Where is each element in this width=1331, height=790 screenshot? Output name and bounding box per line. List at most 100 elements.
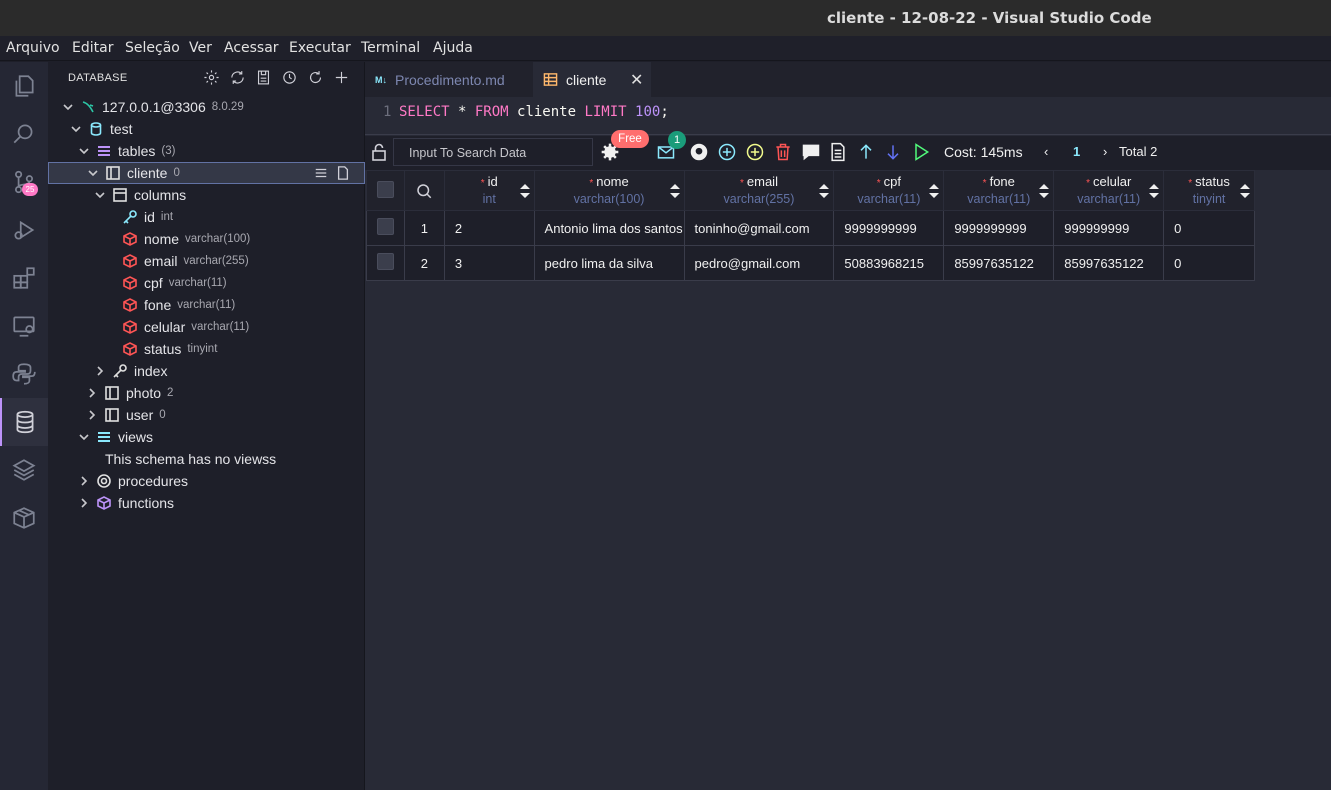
column-header-email[interactable]: * email varchar(255): [683, 170, 835, 211]
sort-icon[interactable]: [519, 183, 530, 199]
explorer-icon[interactable]: [0, 62, 48, 110]
row-checkbox[interactable]: [377, 218, 394, 235]
document-icon[interactable]: [827, 141, 849, 163]
add-row-icon[interactable]: [716, 141, 738, 163]
source-control-icon[interactable]: 25: [0, 158, 48, 206]
reload-icon[interactable]: [307, 69, 324, 86]
select-all-checkbox[interactable]: [376, 180, 394, 198]
page-number[interactable]: 1: [1073, 144, 1080, 159]
column-node[interactable]: id int: [48, 206, 365, 228]
cell-fone[interactable]: 85997635122: [943, 245, 1055, 281]
settings-icon[interactable]: [203, 69, 220, 86]
row-select-cell[interactable]: [366, 210, 405, 246]
cell-fone[interactable]: 9999999999: [943, 210, 1055, 246]
column-node[interactable]: fone varchar(11): [48, 294, 365, 316]
table-node-cliente[interactable]: cliente 0: [48, 162, 365, 184]
table-row[interactable]: 2 3 pedro lima da silva pedro@gmail.com …: [366, 245, 1255, 281]
cell-cpf[interactable]: 9999999999: [833, 210, 945, 246]
search-column-cell[interactable]: [403, 170, 445, 211]
new-file-icon[interactable]: [336, 166, 350, 180]
sort-icon[interactable]: [1039, 183, 1050, 199]
column-header-fone[interactable]: * fone varchar(11): [943, 170, 1055, 211]
search-icon[interactable]: [415, 182, 433, 200]
history-icon[interactable]: [281, 69, 298, 86]
menu-acessar[interactable]: Acessar: [224, 40, 279, 56]
tables-node[interactable]: tables (3): [48, 140, 365, 162]
github-icon[interactable]: [688, 141, 710, 163]
cell-status[interactable]: 0: [1163, 245, 1255, 281]
column-header-id[interactable]: * id int: [443, 170, 535, 211]
comment-icon[interactable]: [800, 141, 822, 163]
arrow-up-icon[interactable]: [855, 141, 877, 163]
column-node[interactable]: celular varchar(11): [48, 316, 365, 338]
menu-ver[interactable]: Ver: [189, 40, 212, 56]
next-page-icon[interactable]: ›: [1103, 144, 1107, 159]
python-icon[interactable]: [0, 350, 48, 398]
columns-node[interactable]: columns: [48, 184, 365, 206]
menu-executar[interactable]: Executar: [289, 40, 351, 56]
column-node[interactable]: cpf varchar(11): [48, 272, 365, 294]
cell-nome[interactable]: Antonio lima dos santos: [533, 210, 685, 246]
menu-terminal[interactable]: Terminal: [361, 40, 420, 56]
sort-icon[interactable]: [1149, 183, 1160, 199]
remote-explorer-icon[interactable]: [0, 302, 48, 350]
procedures-node[interactable]: procedures: [48, 470, 365, 492]
cell-email[interactable]: toninho@gmail.com: [683, 210, 835, 246]
cell-celular[interactable]: 85997635122: [1053, 245, 1165, 281]
delete-icon[interactable]: [772, 141, 794, 163]
package-icon[interactable]: [0, 494, 48, 542]
cell-celular[interactable]: 999999999: [1053, 210, 1165, 246]
column-node[interactable]: nome varchar(100): [48, 228, 365, 250]
sort-icon[interactable]: [1240, 183, 1250, 199]
schema-node-test[interactable]: test: [48, 118, 365, 140]
run-debug-icon[interactable]: [0, 206, 48, 254]
search-icon[interactable]: [0, 110, 48, 158]
cell-status[interactable]: 0: [1163, 210, 1255, 246]
cell-nome[interactable]: pedro lima da silva: [533, 245, 685, 281]
save-icon[interactable]: [255, 69, 272, 86]
select-all-cell[interactable]: [366, 170, 405, 211]
search-data-input[interactable]: Input To Search Data: [393, 138, 593, 166]
extensions-icon[interactable]: [0, 254, 48, 302]
menu-lines-icon[interactable]: [314, 166, 328, 180]
functions-node[interactable]: functions: [48, 492, 365, 514]
cell-id[interactable]: 3: [443, 245, 535, 281]
table-row[interactable]: 1 2 Antonio lima dos santos toninho@gmai…: [366, 210, 1255, 246]
cell-email[interactable]: pedro@gmail.com: [683, 245, 835, 281]
lock-icon[interactable]: [371, 143, 387, 161]
menu-arquivo[interactable]: Arquivo: [6, 40, 60, 56]
views-node[interactable]: views: [48, 426, 365, 448]
refresh-icon[interactable]: [229, 69, 246, 86]
sort-icon[interactable]: [819, 183, 830, 199]
cell-cpf[interactable]: 50883968215: [833, 245, 945, 281]
index-node[interactable]: index: [48, 360, 365, 382]
sort-icon[interactable]: [669, 183, 680, 199]
add-column-icon[interactable]: [744, 141, 766, 163]
menu-editar[interactable]: Editar: [72, 40, 113, 56]
close-icon[interactable]: ✕: [630, 70, 643, 90]
database-icon[interactable]: [0, 398, 48, 446]
table-node-user[interactable]: user 0: [48, 404, 365, 426]
column-header-celular[interactable]: * celular varchar(11): [1053, 170, 1165, 211]
sql-editor[interactable]: 1 SELECT * FROM cliente LIMIT 100;: [365, 97, 1331, 135]
column-header-cpf[interactable]: * cpf varchar(11): [833, 170, 945, 211]
layers-icon[interactable]: [0, 446, 48, 494]
run-icon[interactable]: [910, 141, 932, 163]
tab-procedimento[interactable]: M↓ Procedimento.md: [365, 62, 533, 97]
column-header-status[interactable]: * status tinyint: [1163, 170, 1255, 211]
table-node-photo[interactable]: photo 2: [48, 382, 365, 404]
menu-selecao[interactable]: Seleção: [125, 40, 180, 56]
column-header-nome[interactable]: * nome varchar(100): [533, 170, 685, 211]
add-connection-icon[interactable]: [333, 69, 350, 86]
tab-cliente[interactable]: cliente ✕: [533, 62, 651, 97]
arrow-down-icon[interactable]: [882, 141, 904, 163]
column-node[interactable]: email varchar(255): [48, 250, 365, 272]
connection-node[interactable]: 127.0.0.1@3306 8.0.29: [48, 96, 365, 118]
sort-icon[interactable]: [929, 183, 940, 199]
row-checkbox[interactable]: [377, 253, 394, 270]
column-node[interactable]: status tinyint: [48, 338, 365, 360]
row-select-cell[interactable]: [366, 245, 405, 281]
prev-page-icon[interactable]: ‹: [1044, 144, 1048, 159]
cell-id[interactable]: 2: [443, 210, 535, 246]
menu-ajuda[interactable]: Ajuda: [433, 40, 473, 56]
